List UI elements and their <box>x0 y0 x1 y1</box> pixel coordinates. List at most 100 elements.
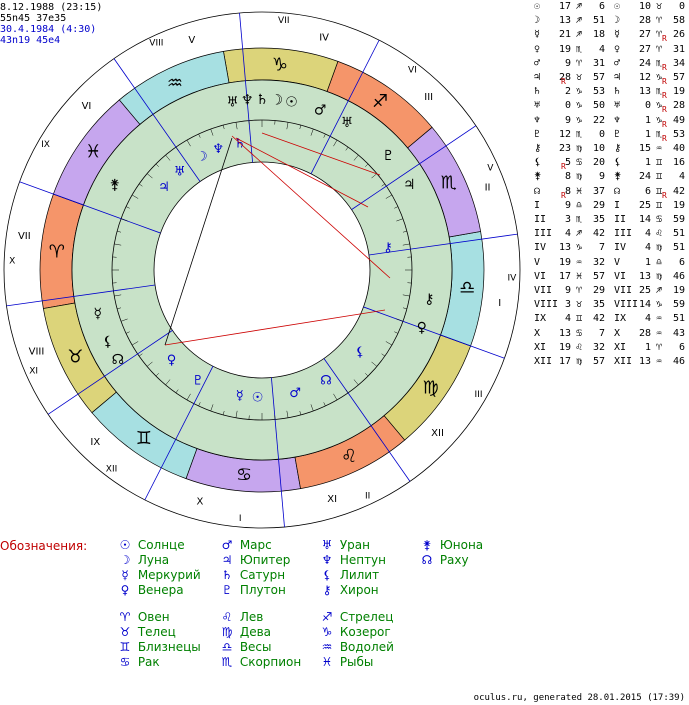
table-cell-m2: 6 <box>678 341 685 353</box>
legend-glyph: ♐ <box>321 610 333 624</box>
outer-planet-glyph: ♆ <box>241 93 254 109</box>
inner-planet-glyph: ⚸ <box>355 345 365 360</box>
table-cell-g1: ⚵ <box>534 171 542 183</box>
outer-planet-glyph: ♅ <box>341 115 354 131</box>
table-cell-m2: 28 <box>672 100 685 112</box>
table-cell-g1: V <box>534 256 541 268</box>
legend-item: ♀ Венера <box>116 583 184 597</box>
table-cell-s2: ♒ <box>655 313 663 325</box>
inner-house-number: I <box>239 514 242 524</box>
table-cell-g1: ♂ <box>534 57 541 69</box>
legend-item: ♆ Нептун <box>318 553 386 567</box>
legend-item: ♏ Скорпион <box>218 655 302 669</box>
table-cell-s1: ♍ <box>575 171 583 183</box>
table-cell-d1: 28 <box>558 72 571 83</box>
table-cell-s1: ♑ <box>575 242 583 254</box>
zodiac-glyph-1: ♉ <box>67 347 83 368</box>
table-cell-g2: VII <box>614 285 633 296</box>
table-cell-g2: ♀ <box>614 43 621 55</box>
table-cell-m2: 46 <box>672 270 685 282</box>
table-cell-g1: ☊ <box>534 185 541 197</box>
table-cell-s2: ♉ <box>655 1 663 12</box>
table-row: ⚵ 8 ♍ 9 ⚵ 24 ♊ 4 <box>532 170 689 184</box>
legend-item: ☿ Меркурий <box>116 568 201 582</box>
chart2-coords: 43n19 45e4 <box>0 35 61 46</box>
legend-glyph: ☊ <box>421 553 433 567</box>
table-cell-m2: 40 <box>672 143 685 154</box>
table-cell-d2: 1 <box>644 341 651 353</box>
legend-label: Рыбы <box>336 655 374 669</box>
legend-label: Солнце <box>134 538 185 552</box>
table-cell-g1: VI <box>534 270 547 282</box>
table-cell-m1: 7 <box>598 242 605 254</box>
legend-label: Меркурий <box>134 568 201 582</box>
legend-label: Юпитер <box>236 553 291 567</box>
table-cell-s1: ♑ <box>575 100 583 112</box>
zodiac-glyph-6: ♎ <box>459 277 475 298</box>
legend-label: Козерог <box>336 625 391 639</box>
table-cell-s2: ♒ <box>655 143 663 154</box>
inner-planet-glyph: ♆ <box>212 142 224 157</box>
outer-planet-glyph: ♀ <box>417 320 427 336</box>
table-row: ☽ 13 ♐ 51 ☽ 28 ♈ 58 <box>532 14 689 28</box>
inner-planet-glyph: ♅ <box>174 164 186 179</box>
table-cell-g2: ♃ <box>614 72 621 83</box>
inner-planet-glyph: ⚷ <box>383 240 393 255</box>
table-row: ☉ 17 ♐ 6 ☉ 10 ♉ 0 <box>532 0 689 14</box>
zodiac-glyph-5: ♍ <box>423 378 439 399</box>
table-cell-s2: ♈ <box>655 341 663 353</box>
table-cell-d1: 4 <box>564 228 571 240</box>
table-cell-m1: 51 <box>592 15 605 27</box>
table-cell-g2: XI <box>614 341 627 353</box>
outer-planet-glyph: ☽ <box>271 93 284 109</box>
table-cell-m1: 32 <box>592 341 605 353</box>
legend-label: Рак <box>134 655 160 669</box>
legend-label: Весы <box>236 640 272 654</box>
table-cell-m1: 9 <box>598 171 605 183</box>
inner-house-number: IX <box>41 140 50 150</box>
table-cell-g2: III <box>614 228 633 240</box>
table-cell-d1: 2 <box>564 86 571 98</box>
table-cell-m1: 35 <box>592 299 605 311</box>
table-cell-g2: ☉ <box>614 1 621 12</box>
legend-glyph: ♈ <box>119 610 131 624</box>
outer-planet-glyph: ♃ <box>403 177 416 193</box>
legend-title: Обозначения: <box>0 539 88 553</box>
table-cell-m2: 49 <box>672 114 685 126</box>
table-row: XI 19 ♌ 32 XI 1 ♈ 6 <box>532 341 689 355</box>
legend-glyph: ♂ <box>221 538 233 552</box>
inner-house-number: VII <box>278 16 289 26</box>
outer-house-number: I <box>498 298 501 309</box>
zodiac-glyph-9: ♑ <box>272 54 288 75</box>
table-cell-d2: 1 <box>644 256 651 268</box>
table-row: ☊ 8 ♓ 37 ☊ 6 ♊ 42 R R <box>532 185 689 200</box>
legend-glyph: ♀ <box>120 583 130 597</box>
legend-item: ♑ Козерог <box>318 625 391 639</box>
table-cell-m1: 31 <box>592 57 605 69</box>
table-cell-m2: 31 <box>672 43 685 55</box>
table-cell-m2: 19 <box>672 199 685 211</box>
table-cell-d1: 0 <box>564 100 571 112</box>
legend-glyph: ♆ <box>321 553 333 567</box>
table-row: VI 17 ♓ 57 VI 13 ♍ 46 <box>532 270 689 284</box>
table-row: VII 9 ♈ 29 VII 25 ♐ 19 <box>532 284 689 298</box>
inner-house-number: VIII <box>149 38 163 48</box>
legend-label: Водолей <box>336 640 394 654</box>
zodiac-glyph-11: ♓ <box>85 141 101 162</box>
table-row: ♆ 9 ♑ 22 ♆ 1 ♑ 49 R <box>532 114 689 129</box>
table-cell-m2: 57 <box>672 72 685 83</box>
table-cell-s1: ♐ <box>575 15 583 27</box>
table-cell-g1: ♄ <box>534 86 541 98</box>
table-cell-m1: 50 <box>592 100 605 112</box>
table-cell-d1: 21 <box>558 29 571 41</box>
legend-label: Плутон <box>236 583 286 597</box>
table-row: ♀ 19 ♏ 4 ♀ 27 ♈ 31 <box>532 43 689 57</box>
legend-label: Дева <box>236 625 271 639</box>
zodiac-glyph-8: ♐ <box>372 91 388 112</box>
inner-planet-glyph: ☉ <box>252 390 264 405</box>
outer-house-number: XI <box>327 494 337 505</box>
zodiac-glyph-4: ♌ <box>341 446 357 467</box>
table-cell-s1: ♊ <box>575 313 583 325</box>
table-cell-d2: 27 <box>638 29 651 41</box>
table-row: II 3 ♏ 35 II 14 ♋ 59 <box>532 213 689 227</box>
